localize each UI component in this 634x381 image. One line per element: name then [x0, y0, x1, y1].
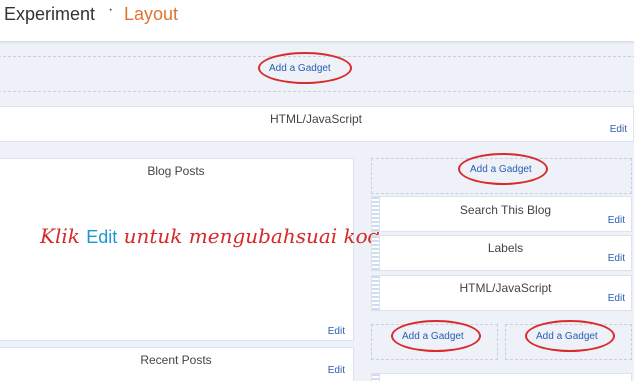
header-html-widget: HTML/JavaScript Edit — [0, 106, 634, 142]
annotation-suffix: untuk mengubahsuai kod — [117, 224, 381, 248]
edit-link[interactable]: Edit — [608, 293, 625, 304]
widget-title: HTML/JavaScript — [269, 112, 363, 126]
widget-title: Blog Posts — [147, 164, 205, 178]
widget-title: Labels — [487, 241, 524, 255]
edit-instruction-annotation: Klik Edit untuk mengubahsuai kod — [40, 223, 381, 250]
edit-link[interactable]: Edit — [328, 365, 345, 376]
edit-link[interactable]: Edit — [608, 253, 625, 264]
widget-title: HTML/JavaScript — [459, 281, 552, 295]
sidebar-left-gadget-area — [371, 324, 498, 360]
widget-title: Search This Blog — [459, 203, 552, 217]
drag-handle[interactable] — [372, 374, 380, 381]
annotation-prefix: Klik — [40, 224, 87, 248]
widget-title: Recent Posts — [140, 353, 212, 367]
sidebar-right-gadget-area — [505, 324, 632, 360]
top-bar: Experiment · Layout — [0, 0, 634, 42]
recent-posts-widget: Recent Posts Edit — [0, 347, 354, 381]
page-section-title: Layout — [124, 4, 179, 24]
add-gadget-link-header[interactable]: Add a Gadget — [269, 63, 331, 74]
header-gadget-area — [0, 56, 634, 92]
blog-title[interactable]: Experiment — [4, 3, 95, 25]
annotation-edit-word: Edit — [86, 227, 118, 247]
edit-link[interactable]: Edit — [610, 124, 627, 135]
add-gadget-link-sidebar-left[interactable]: Add a Gadget — [402, 331, 464, 342]
sidebar-widget-labels: Labels Edit — [371, 235, 632, 271]
add-gadget-link-sidebar[interactable]: Add a Gadget — [470, 164, 532, 175]
edit-link[interactable]: Edit — [608, 215, 625, 226]
title-separator: · — [108, 1, 114, 18]
add-gadget-link-sidebar-right[interactable]: Add a Gadget — [536, 331, 598, 342]
edit-link[interactable]: Edit — [328, 326, 345, 337]
sidebar-widget-search: Search This Blog Edit — [371, 196, 632, 232]
sidebar-widget-html: HTML/JavaScript Edit — [371, 275, 632, 311]
sidebar-widget-partial — [371, 373, 632, 381]
